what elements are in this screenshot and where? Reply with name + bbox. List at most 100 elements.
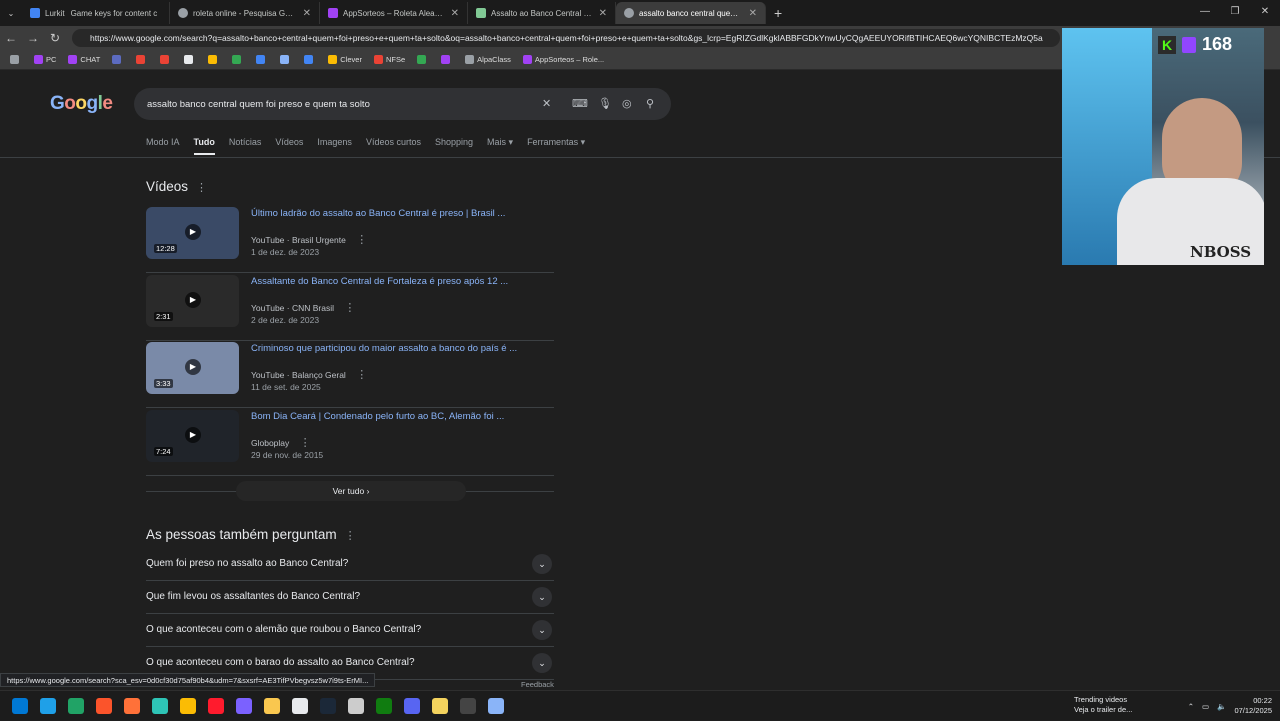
search-query[interactable]: assalto banco central quem foi preso e q…	[147, 99, 370, 110]
tab-noticias[interactable]: Notícias	[229, 137, 262, 155]
close-tab-icon[interactable]: ✕	[743, 8, 757, 19]
tab-active-search[interactable]: assalto banco central quem foi pr ✕	[616, 2, 766, 24]
bookmark-item[interactable]: AppSorteos – Role...	[519, 55, 608, 64]
bookmark-item[interactable]	[132, 55, 152, 64]
bookmark-item[interactable]	[276, 55, 296, 64]
paa-question[interactable]: Quem foi preso no assalto ao Banco Centr…	[146, 548, 554, 581]
video-title-link[interactable]: Bom Dia Ceará | Condenado pelo furto ao …	[251, 411, 504, 422]
chevron-down-icon[interactable]: ⌄	[532, 653, 552, 673]
more-options-icon[interactable]: ⋮	[344, 302, 355, 314]
steam-icon[interactable]	[320, 697, 336, 714]
video-result[interactable]: ▶ 7:24 Bom Dia Ceará | Condenado pelo furt…	[146, 409, 554, 476]
search-box[interactable]: assalto banco central quem foi preso e q…	[134, 88, 671, 120]
more-options-icon[interactable]: ⋮	[196, 182, 207, 194]
clock[interactable]: 00:22 07/12/2025	[1234, 696, 1272, 716]
copilot-icon[interactable]	[236, 697, 252, 714]
tab-roleta[interactable]: roleta online - Pesquisa Google ✕	[170, 2, 320, 24]
bookmark-item[interactable]: CHAT	[64, 55, 104, 64]
tab-appsorteos[interactable]: AppSorteos – Roleta Aleatoria ✕	[320, 2, 468, 24]
firefox-icon[interactable]	[124, 697, 140, 714]
store-icon[interactable]	[292, 697, 308, 714]
bookmark-item[interactable]	[180, 55, 200, 64]
clear-icon[interactable]: ✕	[542, 97, 551, 110]
tab-filme[interactable]: Assalto ao Banco Central filme - C ✕	[468, 2, 616, 24]
video-title-link[interactable]: Último ladrão do assalto ao Banco Centra…	[251, 208, 505, 219]
chevron-up-icon[interactable]: ⌃	[1188, 702, 1194, 711]
bookmark-item[interactable]	[300, 55, 320, 64]
notes-icon[interactable]	[432, 697, 448, 714]
chatgpt-icon[interactable]	[348, 697, 364, 714]
bookmark-item[interactable]: PC	[30, 55, 60, 64]
back-icon[interactable]: ←	[0, 31, 22, 45]
video-title-link[interactable]: Assaltante do Banco Central de Fortaleza…	[251, 276, 508, 287]
paa-question[interactable]: Que fim levou os assaltantes do Banco Ce…	[146, 581, 554, 614]
close-tab-icon[interactable]: ✕	[593, 8, 607, 19]
ver-tudo-button[interactable]: Ver tudo ›	[236, 481, 466, 501]
tab-shopping[interactable]: Shopping	[435, 137, 473, 155]
trending-widget[interactable]: Trending videos Veja o trailer de...	[1074, 695, 1132, 715]
windows-start-icon[interactable]	[12, 697, 28, 714]
bookmark-item[interactable]	[6, 55, 26, 64]
close-tab-icon[interactable]: ✕	[297, 8, 311, 19]
new-tab-icon[interactable]: +	[774, 5, 782, 21]
bookmark-item[interactable]	[228, 55, 248, 64]
more-options-icon[interactable]: ⋮	[300, 437, 311, 449]
tab-tudo[interactable]: Tudo	[193, 137, 215, 155]
chevron-down-icon[interactable]: ⌄	[532, 587, 552, 607]
xbox-icon[interactable]	[376, 697, 392, 714]
google-logo[interactable]: Google	[50, 93, 113, 115]
tab-lurkit[interactable]: Lurkit Game keys for content c	[22, 2, 170, 24]
bookmark-item[interactable]	[108, 55, 128, 64]
more-options-icon[interactable]: ⋮	[356, 234, 367, 246]
video-title-link[interactable]: Criminoso que participou do maior assalt…	[251, 343, 517, 354]
video-result[interactable]: ▶ 2:31 Assaltante do Banco Central de Fort…	[146, 274, 554, 341]
forward-icon[interactable]: →	[22, 31, 44, 45]
video-thumbnail[interactable]: ▶ 7:24	[146, 409, 239, 462]
bookmark-item[interactable]	[437, 55, 457, 64]
tab-modo-ia[interactable]: Modo IA	[146, 137, 180, 155]
close-tab-icon[interactable]: ✕	[445, 8, 459, 19]
brave-icon[interactable]	[96, 697, 112, 714]
more-options-icon[interactable]: ⋮	[356, 369, 367, 381]
bookmark-item[interactable]	[252, 55, 272, 64]
feedback-link[interactable]: Feedback	[521, 680, 554, 689]
search-icon[interactable]: ⚲	[646, 97, 654, 110]
chevron-down-icon[interactable]: ⌄	[532, 620, 552, 640]
notepad-icon[interactable]	[488, 697, 504, 714]
discord-icon[interactable]	[404, 697, 420, 714]
bookmark-item[interactable]: Clever	[324, 55, 366, 64]
tab-videos-curtos[interactable]: Vídeos curtos	[366, 137, 421, 155]
close-window-icon[interactable]: ✕	[1250, 0, 1280, 24]
tab-videos[interactable]: Vídeos	[275, 137, 303, 155]
tab-mais[interactable]: Mais ▾	[487, 137, 513, 155]
file-explorer-icon[interactable]	[264, 697, 280, 714]
minimize-icon[interactable]: —	[1190, 0, 1220, 24]
tab-menu-icon[interactable]: ⌄	[0, 9, 22, 18]
opera-icon[interactable]	[208, 697, 224, 714]
lens-icon[interactable]: ◎	[622, 97, 632, 110]
excel-icon[interactable]	[68, 697, 84, 714]
bookmark-item[interactable]: AlpaClass	[461, 55, 515, 64]
bookmark-item[interactable]	[156, 55, 176, 64]
edge-icon[interactable]	[40, 697, 56, 714]
bookmark-item[interactable]: NFSe	[370, 55, 409, 64]
tab-ferramentas[interactable]: Ferramentas ▾	[527, 137, 585, 155]
video-result[interactable]: ▶ 12:28 Último ladrão do assalto ao Banco …	[146, 207, 554, 273]
terminal-icon[interactable]	[460, 697, 476, 714]
more-options-icon[interactable]: ⋮	[345, 530, 356, 542]
video-result[interactable]: ▶ 3:33 Criminoso que participou do maior a…	[146, 342, 554, 408]
paa-question[interactable]: O que aconteceu com o alemão que roubou …	[146, 614, 554, 647]
bookmark-item[interactable]	[413, 55, 433, 64]
url-field[interactable]: https://www.google.com/search?q=assalto+…	[72, 29, 1060, 47]
maximize-icon[interactable]: ❐	[1220, 0, 1250, 24]
chrome-icon[interactable]	[180, 697, 196, 714]
video-thumbnail[interactable]: ▶ 12:28	[146, 207, 239, 259]
edge-dev-icon[interactable]	[152, 697, 168, 714]
keyboard-icon[interactable]: ⌨	[572, 97, 588, 110]
video-thumbnail[interactable]: ▶ 3:33	[146, 342, 239, 394]
volume-icon[interactable]: 🔈	[1217, 702, 1226, 711]
video-thumbnail[interactable]: ▶ 2:31	[146, 274, 239, 327]
reload-icon[interactable]: ↻	[44, 31, 66, 45]
microphone-icon[interactable]: 🎙	[598, 97, 612, 110]
display-icon[interactable]: ▭	[1202, 702, 1209, 711]
